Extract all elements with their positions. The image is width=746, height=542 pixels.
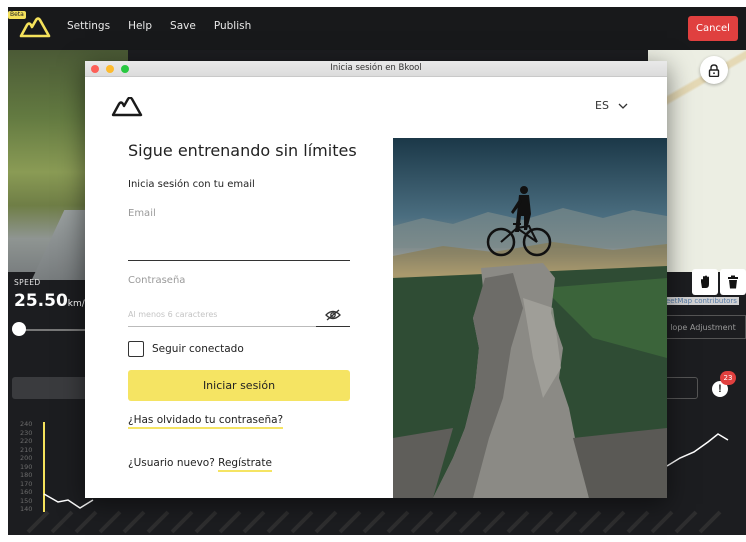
forgot-password-link[interactable]: ¿Has olvidado tu contraseña? [128,414,284,429]
password-field[interactable] [128,303,316,327]
trash-icon [728,275,738,289]
elevation-tick: 180 [20,471,33,479]
password-label: Contraseña [128,275,186,286]
speed-value: 25.50km/ [14,291,85,311]
window-title: Inicia sesión en Bkool [330,63,422,73]
nav-help[interactable]: Help [128,20,152,32]
delete-tool[interactable] [720,269,746,295]
new-user-row: ¿Usuario nuevo? Regístrate [128,457,272,472]
register-link[interactable]: Regístrate [218,457,272,472]
bkool-logo-icon [111,97,143,117]
right-input-box[interactable] [662,377,698,399]
login-subtitle: Inicia sesión con tu email [128,179,255,190]
segment-bar[interactable] [12,377,88,399]
elevation-tick: 230 [20,428,33,437]
elevation-tick: 200 [20,454,33,462]
email-field[interactable] [128,233,350,261]
notification-badge: 23 [720,371,736,385]
elevation-tick: 170 [20,479,33,488]
hand-tool[interactable] [692,269,718,295]
lock-icon [708,63,720,77]
elevation-tick: 150 [20,496,33,505]
map-attribution[interactable]: eetMap contributors [664,297,739,305]
speed-slider-handle[interactable] [12,322,26,336]
hand-icon [701,275,709,288]
language-selector[interactable]: ES [595,99,609,112]
login-button[interactable]: Iniciar sesión [128,370,350,401]
map-toolbar [660,269,746,297]
page-title: Sigue entrenando sin límites [128,141,357,160]
elevation-tick: 160 [20,488,33,496]
window-titlebar[interactable]: Inicia sesión en Bkool [85,61,667,77]
hero-image [393,138,667,498]
elevation-tick: 210 [20,445,33,454]
remember-me-label[interactable]: Seguir conectado [152,343,244,355]
speed-label: SPEED [14,278,41,287]
speed-slider-track[interactable] [16,329,88,331]
speed-number: 25.50 [14,291,68,311]
remember-me-checkbox[interactable] [128,341,144,357]
eye-slash-icon [325,309,341,320]
elevation-axis: 240 230 220 210 200 190 180 170 160 150 … [20,420,32,514]
lock-button[interactable] [700,56,728,84]
toggle-password-visibility-button[interactable] [316,303,350,327]
login-dialog: Inicia sesión en Bkool ES Sigue entrenan… [85,61,667,498]
elevation-tick: 190 [20,462,33,471]
nav-settings[interactable]: Settings [67,20,110,32]
bkool-logo-icon[interactable] [18,17,52,39]
elevation-tick: 240 [20,420,33,428]
email-label: Email [128,208,156,219]
elevation-tick: 220 [20,437,33,445]
new-user-text: ¿Usuario nuevo? [128,457,215,469]
top-bar: Beta Settings Help Save Publish Cancel [8,7,746,50]
main-nav: Settings Help Save Publish [67,20,269,32]
slope-adjustment-button[interactable]: lope Adjustment [660,315,746,339]
remember-me-row[interactable]: Seguir conectado [128,341,244,357]
speed-unit: km/ [67,299,85,309]
nav-save[interactable]: Save [170,20,196,32]
cancel-button[interactable]: Cancel [688,16,738,41]
elevation-tick: 140 [20,505,33,513]
chevron-down-icon[interactable] [616,99,630,113]
nav-publish[interactable]: Publish [214,20,251,32]
